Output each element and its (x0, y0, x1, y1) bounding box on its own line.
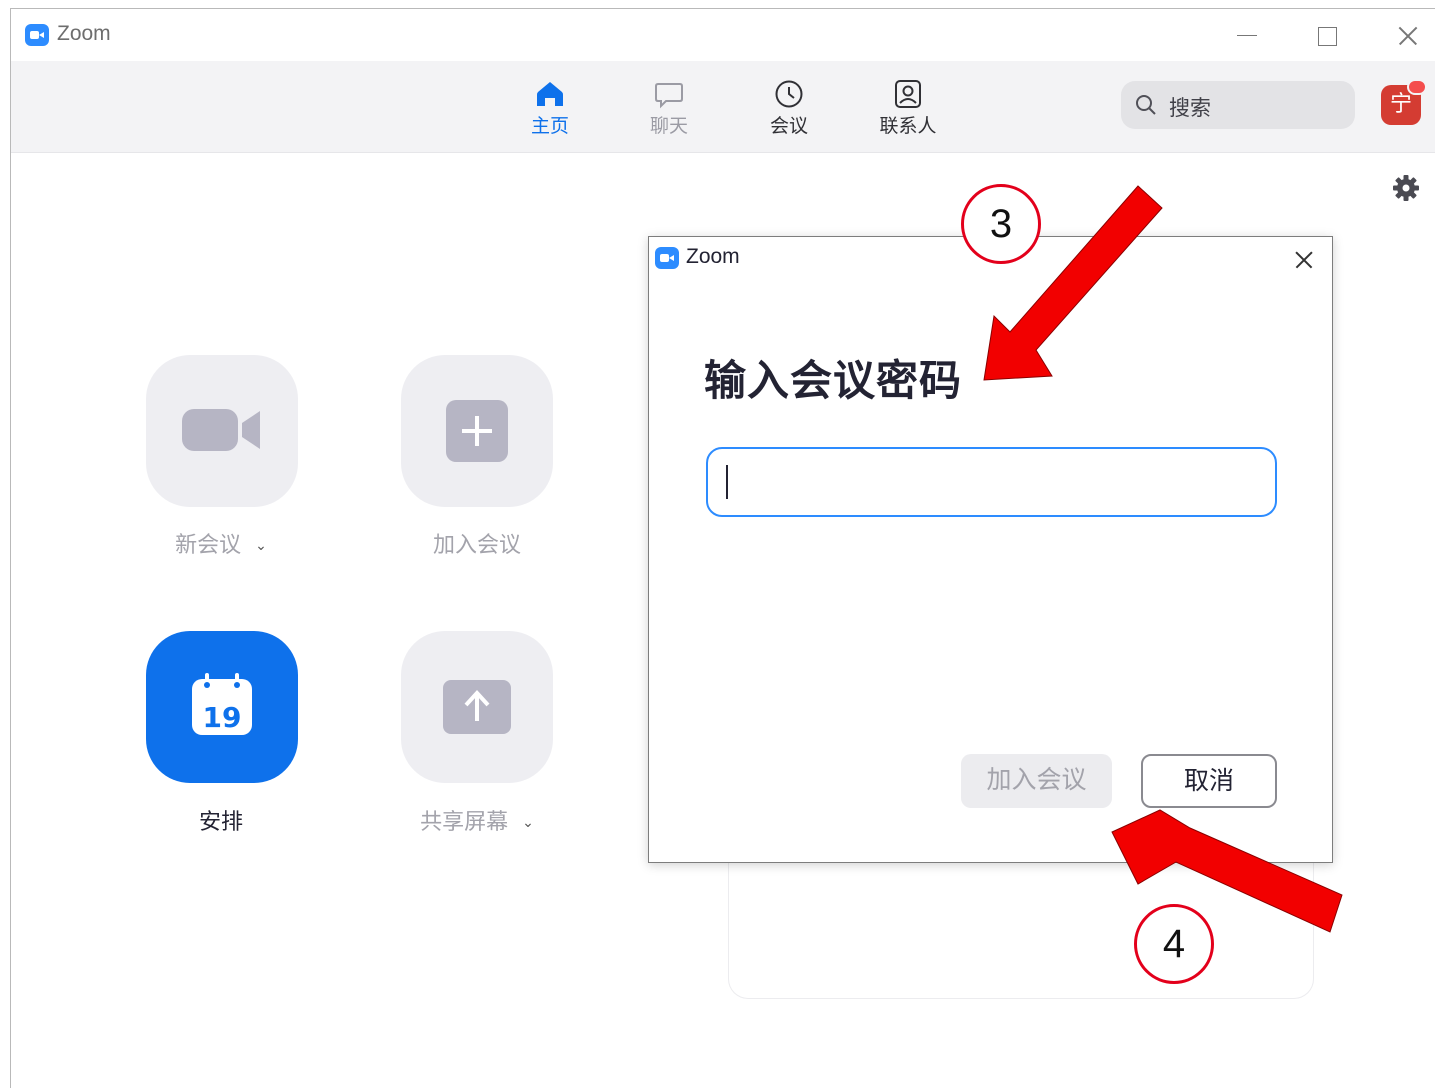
schedule-button[interactable]: 19 (146, 631, 298, 783)
new-meeting-button[interactable] (146, 355, 298, 507)
minimize-button[interactable] (1233, 21, 1263, 51)
dialog-title: Zoom (686, 245, 740, 268)
home-icon (537, 82, 563, 106)
search-placeholder: 搜索 (1169, 96, 1211, 120)
settings-gear-icon[interactable] (1391, 173, 1421, 203)
nav-tab-label: 聊天 (649, 115, 688, 137)
join-meeting-button[interactable] (401, 355, 553, 507)
join-meeting-label: 加入会议 (432, 533, 521, 558)
new-meeting-label: 新会议 ⌄ (175, 533, 267, 558)
camera-status-badge (1407, 79, 1427, 95)
nav-tab-meetings[interactable]: 会议 (754, 79, 824, 139)
join-meeting-dialog-button[interactable]: 加入会议 (961, 754, 1112, 808)
chevron-down-icon[interactable]: ⌄ (522, 815, 534, 831)
search-input[interactable]: 搜索 (1121, 81, 1355, 129)
dialog-heading: 输入会议密码 (704, 356, 963, 405)
nav-tab-home[interactable]: 主页 (515, 79, 585, 139)
search-icon (1136, 95, 1156, 115)
cancel-button[interactable]: 取消 (1141, 754, 1277, 808)
meeting-password-dialog: Zoom 输入会议密码 加入会议 取消 (648, 236, 1333, 863)
close-window-button[interactable] (1393, 21, 1423, 51)
nav-tab-label: 联系人 (879, 115, 937, 137)
annotation-step-3: 3 (961, 184, 1041, 264)
contacts-icon (895, 80, 921, 108)
clock-icon (775, 80, 803, 108)
chat-icon (655, 83, 683, 109)
share-up-arrow-icon (443, 680, 511, 734)
zoom-logo-icon (25, 24, 49, 46)
chevron-down-icon[interactable]: ⌄ (255, 538, 267, 554)
calendar-day-number: 19 (202, 701, 242, 734)
text-cursor (726, 465, 728, 499)
annotation-step-4: 4 (1134, 904, 1214, 984)
nav-tab-chat[interactable]: 聊天 (634, 79, 704, 139)
schedule-label: 安排 (198, 810, 243, 835)
zoom-logo-icon (655, 247, 679, 269)
maximize-button[interactable] (1313, 21, 1343, 51)
nav-tab-label: 会议 (769, 115, 808, 137)
dialog-close-button[interactable] (1289, 245, 1319, 275)
window-title: Zoom (57, 22, 111, 45)
plus-icon (446, 400, 508, 462)
nav-tab-contacts[interactable]: 联系人 (873, 79, 943, 139)
nav-tab-label: 主页 (530, 115, 569, 137)
top-navigation: 主页 聊天 会议 联系人 搜索 宁 (11, 61, 1435, 153)
video-camera-icon (182, 409, 260, 451)
share-screen-button[interactable] (401, 631, 553, 783)
title-bar: Zoom (11, 9, 1435, 61)
meeting-password-input[interactable] (706, 447, 1277, 517)
share-screen-label: 共享屏幕 ⌄ (420, 810, 534, 835)
